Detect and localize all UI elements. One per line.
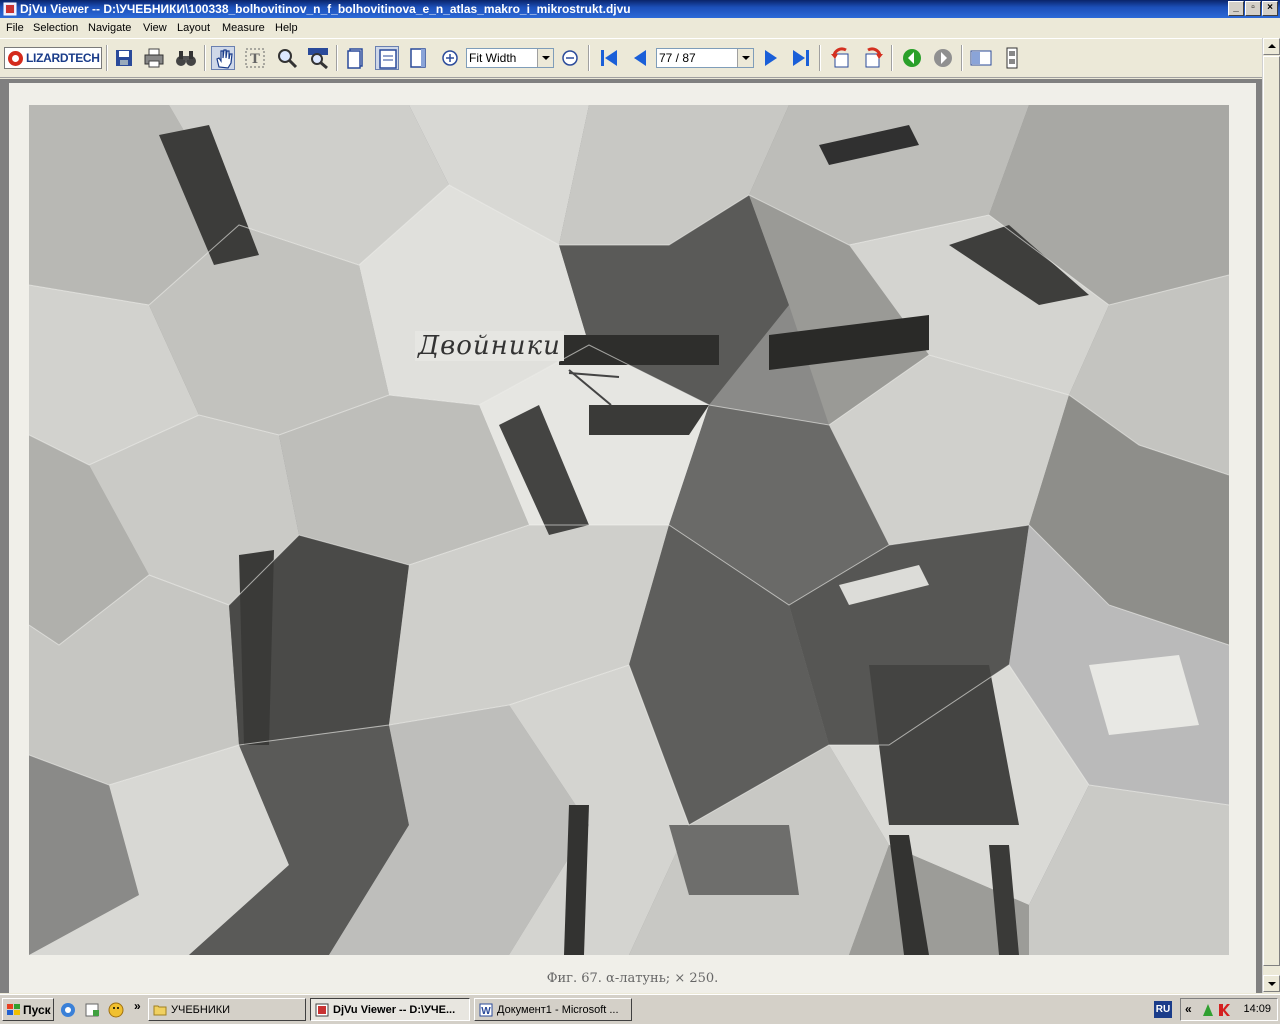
toolbar-separator xyxy=(336,45,338,71)
title-bar: DjVu Viewer -- D:\УЧЕБНИКИ\100338_bolhov… xyxy=(0,0,1280,18)
toolbar-separator xyxy=(588,45,590,71)
scroll-down-button[interactable] xyxy=(1263,975,1280,992)
start-label: Пуск xyxy=(23,1003,51,1017)
print-icon[interactable] xyxy=(142,46,166,70)
tray-chevron[interactable]: « xyxy=(1185,1002,1192,1016)
rotate-left-icon[interactable] xyxy=(829,46,853,70)
twins-annotation-label: Двойники xyxy=(415,331,564,361)
toolbar-separator xyxy=(106,45,108,71)
zoom-region-icon[interactable] xyxy=(306,46,330,70)
zoom-select[interactable]: Fit Width xyxy=(466,48,554,68)
lizardtech-logo-icon xyxy=(8,51,23,66)
smiley-icon[interactable] xyxy=(108,1002,124,1018)
menu-bar: File Selection Navigate View Layout Meas… xyxy=(0,18,1280,38)
toolbar-separator xyxy=(891,45,893,71)
chevron-down-icon[interactable] xyxy=(737,49,753,67)
task-label: УЧЕБНИКИ xyxy=(171,1004,231,1016)
taskbar: Пуск » УЧЕБНИКИ DjVu Viewer -- D:\УЧЕ...… xyxy=(0,994,1280,1024)
quicklaunch-chevron[interactable]: » xyxy=(134,999,141,1013)
vertical-scrollbar[interactable] xyxy=(1262,38,1280,993)
document-area[interactable]: Двойники Фиг. 67. α-латунь; × 250. xyxy=(0,79,1262,993)
text-select-icon[interactable]: T xyxy=(243,46,267,70)
magnifier-icon[interactable] xyxy=(275,46,299,70)
djvu-app-icon xyxy=(3,2,17,16)
djvu-app-icon xyxy=(315,1003,329,1017)
scroll-up-button[interactable] xyxy=(1263,38,1280,55)
notepad-icon[interactable] xyxy=(84,1002,100,1018)
last-page-icon[interactable] xyxy=(789,46,813,70)
language-indicator[interactable]: RU xyxy=(1154,1001,1172,1018)
menu-measure[interactable]: Measure xyxy=(222,21,265,35)
start-button[interactable]: Пуск xyxy=(2,998,54,1021)
page-select-value: 77 / 87 xyxy=(659,51,696,65)
prev-page-icon[interactable] xyxy=(628,46,652,70)
toolbar-separator xyxy=(819,45,821,71)
facing-icon[interactable] xyxy=(406,46,430,70)
system-tray: « 14:09 xyxy=(1180,998,1278,1021)
svg-text:T: T xyxy=(250,52,260,67)
zoom-out-icon[interactable] xyxy=(558,46,582,70)
lizardtech-logo[interactable]: LIZARDTECH xyxy=(4,47,102,69)
filmstrip-icon[interactable] xyxy=(1000,46,1024,70)
rotate-right-icon[interactable] xyxy=(861,46,885,70)
zoom-select-value: Fit Width xyxy=(469,51,517,65)
first-page-icon[interactable] xyxy=(597,46,621,70)
toolbar: LIZARDTECH T Fit Width 77 / 87 xyxy=(0,38,1280,78)
window-title: DjVu Viewer -- D:\УЧЕБНИКИ\100338_bolhov… xyxy=(20,2,631,16)
task-djvu-viewer[interactable]: DjVu Viewer -- D:\УЧЕ... xyxy=(310,998,470,1021)
next-page-icon[interactable] xyxy=(759,46,783,70)
back-icon[interactable] xyxy=(900,46,924,70)
folder-icon xyxy=(153,1005,167,1016)
antivirus-icon[interactable] xyxy=(1217,1002,1231,1018)
continuous-icon[interactable] xyxy=(375,46,399,70)
menu-layout[interactable]: Layout xyxy=(177,21,210,35)
toolbar-separator xyxy=(204,45,206,71)
task-label: Документ1 - Microsoft ... xyxy=(497,1004,619,1016)
menu-help[interactable]: Help xyxy=(275,21,298,35)
single-page-icon[interactable] xyxy=(344,46,368,70)
task-label: DjVu Viewer -- D:\УЧЕ... xyxy=(333,1004,456,1016)
task-folder-uchebniki[interactable]: УЧЕБНИКИ xyxy=(148,998,306,1021)
micrograph-image xyxy=(29,105,1229,955)
binoculars-icon[interactable] xyxy=(174,46,198,70)
minimize-button[interactable]: _ xyxy=(1228,1,1244,16)
document-page: Двойники Фиг. 67. α-латунь; × 250. xyxy=(9,83,1256,993)
thumbnails-icon[interactable] xyxy=(969,46,993,70)
windows-flag-icon xyxy=(7,1004,20,1015)
close-button[interactable]: × xyxy=(1262,1,1278,16)
forward-icon[interactable] xyxy=(931,46,955,70)
menu-file[interactable]: File xyxy=(6,21,24,35)
clock: 14:09 xyxy=(1243,1003,1271,1015)
logo-text: LIZARDTECH xyxy=(26,51,100,65)
network-icon[interactable] xyxy=(1201,1002,1215,1018)
figure-caption: Фиг. 67. α-латунь; × 250. xyxy=(546,971,719,986)
menu-selection[interactable]: Selection xyxy=(33,21,78,35)
menu-navigate[interactable]: Navigate xyxy=(88,21,131,35)
page-select[interactable]: 77 / 87 xyxy=(656,48,754,68)
browser-icon[interactable] xyxy=(60,1002,76,1018)
task-word-document[interactable]: W Документ1 - Microsoft ... xyxy=(474,998,632,1021)
toolbar-separator xyxy=(961,45,963,71)
hand-icon[interactable] xyxy=(211,46,235,70)
menu-view[interactable]: View xyxy=(143,21,167,35)
maximize-button[interactable]: ▫ xyxy=(1245,1,1261,16)
scroll-thumb[interactable] xyxy=(1263,56,1280,966)
save-icon[interactable] xyxy=(112,46,136,70)
svg-text:W: W xyxy=(481,1006,491,1017)
chevron-down-icon[interactable] xyxy=(537,49,553,67)
zoom-in-icon[interactable] xyxy=(438,46,462,70)
word-icon: W xyxy=(479,1003,493,1017)
